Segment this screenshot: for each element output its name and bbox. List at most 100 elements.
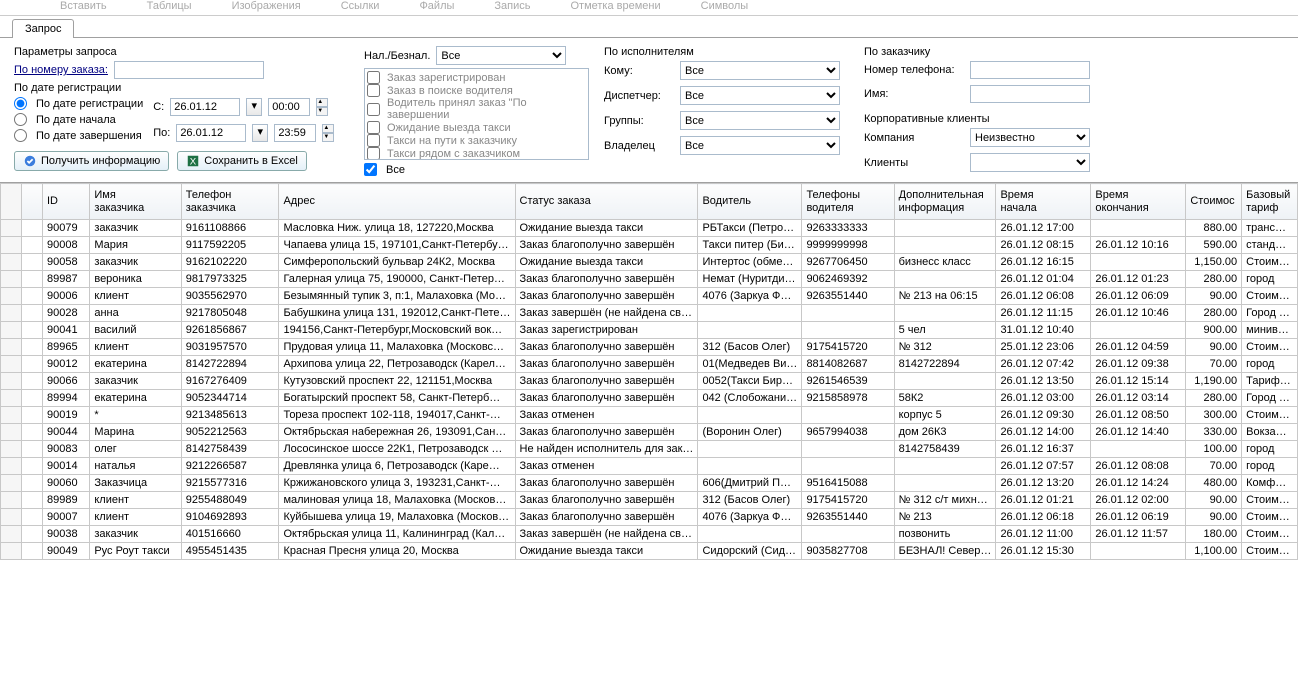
corp-company-select[interactable]: Неизвестно [970,128,1090,147]
col-header[interactable]: ID [43,184,90,220]
row-handle[interactable] [1,458,22,475]
col-header[interactable] [22,184,43,220]
corp-clients-select[interactable] [970,153,1090,172]
exec-to-select[interactable]: Все [680,61,840,80]
cash-select[interactable]: Все [436,46,566,65]
col-header[interactable]: Времяначала [996,184,1091,220]
save-excel-button[interactable]: X Сохранить в Excel [177,151,307,171]
exec-groups-select[interactable]: Все [680,111,840,130]
row-handle[interactable] [1,390,22,407]
row-handle[interactable] [1,475,22,492]
time-from-down-icon[interactable]: ▼ [316,107,328,116]
col-header[interactable]: Базовыйтариф [1242,184,1298,220]
row-handle[interactable] [1,373,22,390]
cust-name-input[interactable] [970,85,1090,103]
col-header[interactable]: Дополнительнаяинформация [894,184,996,220]
status-item[interactable]: Ожидание выезда такси [367,121,586,134]
radio-by-end[interactable]: По дате завершения [14,129,143,142]
col-header[interactable]: Стоимос [1186,184,1242,220]
col-header[interactable]: Статус заказа [515,184,698,220]
col-header[interactable]: Адрес [279,184,515,220]
row-handle[interactable] [1,288,22,305]
table-row[interactable]: 90019*9213485613Тореза проспект 102-118,… [1,407,1298,424]
results-table[interactable]: IDИмязаказчикаТелефонзаказчикаАдресСтату… [0,183,1298,560]
table-row[interactable]: 89989клиент9255488049малиновая улица 18,… [1,492,1298,509]
row-handle[interactable] [1,424,22,441]
row-handle[interactable] [1,220,22,237]
table-row[interactable]: 90044Марина9052212563Октябрьская набереж… [1,424,1298,441]
table-row[interactable]: 90007клиент9104692893Куйбышева улица 19,… [1,509,1298,526]
row-handle[interactable] [1,441,22,458]
radio-by-start[interactable]: По дате начала [14,113,143,126]
time-to[interactable] [274,124,316,142]
status-filter-list[interactable]: Заказ зарегистрирован Заказ в поиске вод… [364,68,589,160]
cust-title: По заказчику [864,46,964,58]
table-row[interactable]: 90006клиент9035562970Безымянный тупик 3,… [1,288,1298,305]
table-row[interactable]: 90041василий9261856867194156,Санкт-Петер… [1,322,1298,339]
table-row[interactable]: 90083олег8142758439Лососинское шоссе 22К… [1,441,1298,458]
table-row[interactable]: 89994екатерина9052344714Богатырский прос… [1,390,1298,407]
status-item[interactable]: Заказ зарегистрирован [367,71,586,84]
row-handle[interactable] [1,305,22,322]
table-row[interactable]: 90012екатерина8142722894Архипова улица 2… [1,356,1298,373]
tab-request[interactable]: Запрос [12,19,74,38]
table-row[interactable]: 90058заказчик9162102220Симферопольский б… [1,254,1298,271]
cust-phone-input[interactable] [970,61,1090,79]
table-row[interactable]: 89987вероника9817973325Галерная улица 75… [1,271,1298,288]
status-item[interactable]: Такси на пути к заказчику [367,134,586,147]
time-to-down-icon[interactable]: ▼ [322,133,334,142]
radio-by-reg[interactable]: По дате регистрации [14,97,143,110]
time-from-up-icon[interactable]: ▲ [316,98,328,107]
date-from-picker-icon[interactable]: ▾ [246,98,262,116]
col-header[interactable]: Телефоныводителя [802,184,894,220]
row-handle[interactable] [1,526,22,543]
time-from[interactable] [268,98,310,116]
table-row[interactable]: 89965клиент9031957570Прудовая улица 11, … [1,339,1298,356]
order-no-label[interactable]: По номеру заказа: [14,64,108,76]
status-item[interactable]: Водитель принял заказ "По завершении [367,97,586,121]
results-grid[interactable]: IDИмязаказчикаТелефонзаказчикаАдресСтату… [0,182,1298,666]
row-handle[interactable] [1,339,22,356]
table-row[interactable]: 90014наталья9212266587Древлянка улица 6,… [1,458,1298,475]
date-from[interactable]: 26.01.12 [170,98,240,116]
order-no-input[interactable] [114,61,264,79]
cell-dphone [802,322,894,339]
col-header[interactable]: Водитель [698,184,802,220]
exec-owner-select[interactable]: Все [680,136,840,155]
cell-end [1091,254,1186,271]
cell-id: 90006 [43,288,90,305]
row-handle[interactable] [1,543,22,560]
row-handle[interactable] [1,322,22,339]
cell-id: 90038 [43,526,90,543]
cell-status: Ожидание выезда такси [515,220,698,237]
fetch-button[interactable]: Получить информацию [14,151,169,171]
row-handle[interactable] [1,254,22,271]
table-row[interactable]: 90066заказчик9167276409Кутузовский просп… [1,373,1298,390]
date-to[interactable]: 26.01.12 [176,124,246,142]
col-header[interactable]: Имязаказчика [90,184,181,220]
cell-dphone: 9516415088 [802,475,894,492]
status-item[interactable]: Такси рядом с заказчиком [367,147,586,160]
col-header[interactable]: Времяокончания [1091,184,1186,220]
cell-blank [22,271,43,288]
row-handle[interactable] [1,492,22,509]
exec-disp-select[interactable]: Все [680,86,840,105]
table-row[interactable]: 90028анна9217805048Бабушкина улица 131, … [1,305,1298,322]
row-handle[interactable] [1,237,22,254]
table-row[interactable]: 90049Рус Роут такси4955451435Красная Пре… [1,543,1298,560]
row-handle[interactable] [1,271,22,288]
table-row[interactable]: 90060Заказчица9215577316Кржижановского у… [1,475,1298,492]
time-to-up-icon[interactable]: ▲ [322,124,334,133]
row-handle[interactable] [1,356,22,373]
status-all-checkbox[interactable]: Все [364,163,594,176]
col-header[interactable]: Телефонзаказчика [181,184,279,220]
status-item[interactable]: Заказ в поиске водителя [367,84,586,97]
row-handle[interactable] [1,509,22,526]
row-handle-header[interactable] [1,184,22,220]
table-row[interactable]: 90079заказчик9161108866Масловка Ниж. ули… [1,220,1298,237]
date-to-picker-icon[interactable]: ▾ [252,124,268,142]
table-row[interactable]: 90038заказчик401516660Октябрьская улица … [1,526,1298,543]
table-row[interactable]: 90008Мария9117592205Чапаева улица 15, 19… [1,237,1298,254]
cell-name: заказчик [90,254,181,271]
row-handle[interactable] [1,407,22,424]
